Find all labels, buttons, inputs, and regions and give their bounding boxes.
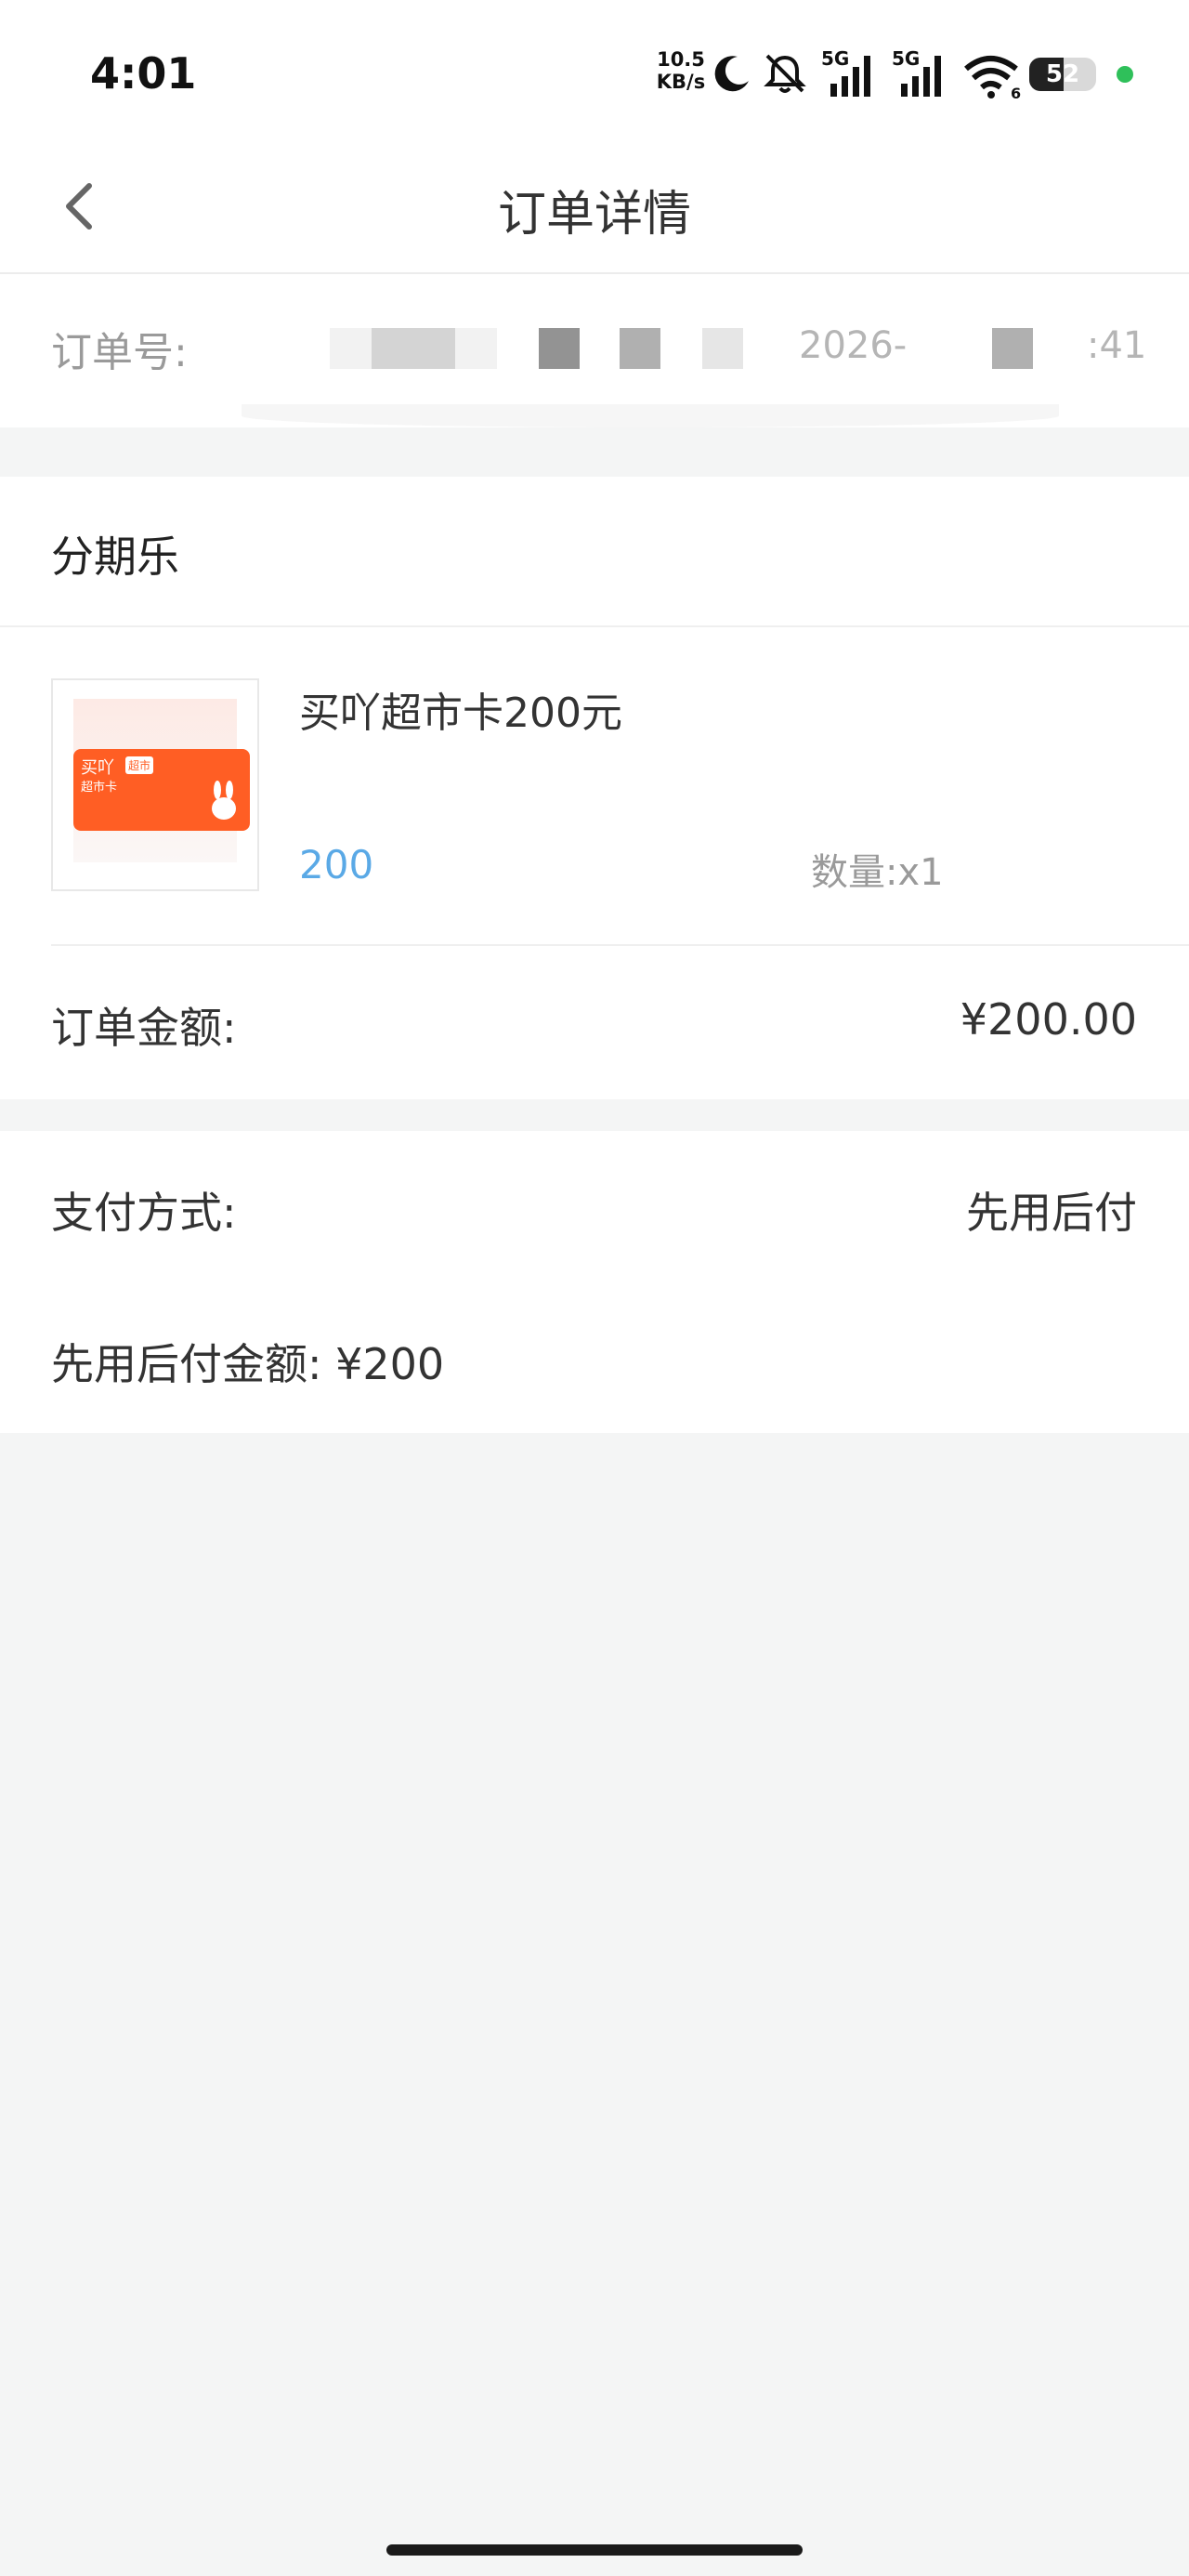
pay-later-amount: 先用后付金额: ¥200 [51,1339,445,1389]
network-speed-value: 10.5 [657,48,705,71]
signal-5g-icon-2: 5G [892,47,941,97]
thumb-sub: 超市卡 [81,781,118,795]
wifi-icon: 6 [964,56,1021,100]
product-name[interactable]: 买吖超市卡200元 [299,679,622,739]
network-speed-unit: KB/s [656,71,706,93]
order-item-card: 分期乐 买吖 超市 超市卡 买吖超市卡200元 200 数量:x1 订单金额: … [0,477,1189,1099]
order-amount-value: ¥200.00 [960,994,1137,1045]
signal2-label: 5G [892,47,920,70]
privacy-dot-icon [1117,66,1133,83]
home-indicator[interactable] [386,2544,803,2556]
payment-method-value: 先用后付 [966,1188,1137,1238]
redacted-block [992,328,1033,369]
order-time-fragment: :41 [1087,324,1147,367]
divider [51,944,1189,946]
status-bar: 4:01 10.5 KB/s 5G 5G 6 52 [0,0,1189,139]
network-speed: 10.5 KB/s [655,48,707,93]
thumb-tag: 超市 [125,756,154,774]
nav-bar: 订单详情 [0,139,1189,274]
redacted-smudge [242,404,1059,427]
product-thumbnail[interactable]: 买吖 超市 超市卡 [51,678,259,891]
payment-method-label: 支付方式: [51,1188,237,1238]
gift-card-image: 买吖 超市 超市卡 [73,749,250,831]
mute-bell-icon [764,54,806,93]
redacted-block [702,328,743,369]
redacted-block [620,328,660,369]
signal-5g-icon-1: 5G [821,47,870,97]
signal1-label: 5G [821,47,849,70]
divider [0,625,1189,627]
product-quantity: 数量:x1 [811,851,944,894]
rabbit-logo-icon [212,781,236,820]
battery-indicator: 52 [1029,58,1096,91]
payment-card: 支付方式: 先用后付 先用后付金额: ¥200 [0,1131,1189,1433]
moon-icon [714,56,749,92]
battery-level: 52 [1045,60,1080,88]
redacted-block [539,328,580,369]
order-number-label: 订单号: [51,329,188,376]
wifi-label: 6 [1011,85,1021,100]
store-name[interactable]: 分期乐 [51,523,179,585]
order-number-row: 订单号: 2026- :41 [0,274,1189,427]
redacted-block [372,328,455,369]
status-time: 4:01 [90,48,197,99]
order-amount-label: 订单金额: [51,1003,237,1053]
page-title: 订单详情 [497,187,691,243]
thumb-brand: 买吖 [81,758,114,778]
product-price: 200 [299,842,374,887]
order-date-fragment: 2026- [799,324,908,367]
